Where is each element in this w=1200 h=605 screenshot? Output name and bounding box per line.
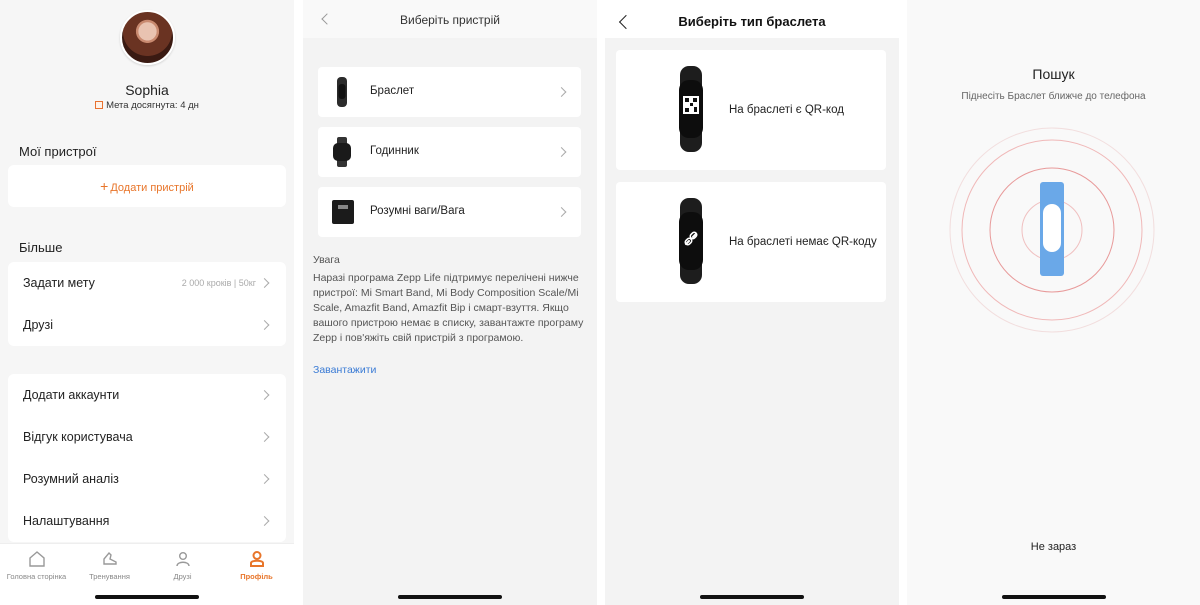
device-label: Браслет	[370, 85, 415, 97]
device-label: Годинник	[370, 145, 419, 157]
device-option-watch[interactable]: Годинник	[318, 127, 581, 177]
home-indicator	[398, 595, 502, 599]
download-link[interactable]: Завантажити	[313, 364, 376, 376]
settings-row[interactable]: Налаштування	[8, 500, 286, 542]
add-device-button[interactable]: + Додати пристрій	[8, 165, 286, 207]
option-label: На браслеті немає QR-коду	[729, 236, 877, 248]
chevron-right-icon	[259, 320, 270, 330]
tab-workouts[interactable]: Тренування	[73, 550, 146, 581]
plus-icon: +	[100, 178, 109, 194]
tab-home[interactable]: Головна сторінка	[0, 550, 73, 581]
row-label: Налаштування	[23, 514, 110, 528]
header: Виберіть пристрій	[303, 0, 597, 38]
my-devices-heading: Мої пристрої	[19, 144, 97, 159]
chevron-right-icon	[259, 278, 270, 288]
device-label: Розумні ваги/Вага	[370, 205, 465, 217]
profile-name: Sophia	[125, 82, 169, 98]
tab-friends[interactable]: Друзі	[146, 550, 219, 581]
row-label: Додати аккаунти	[23, 388, 120, 402]
friends-row[interactable]: Друзі	[8, 304, 286, 346]
chevron-right-icon	[259, 516, 270, 526]
row-label: Друзі	[23, 318, 54, 332]
row-label: Відгук користувача	[23, 430, 133, 444]
profile-screen: Sophia Мета досягнута: 4 дн Мої пристрої…	[0, 0, 294, 605]
home-indicator	[1001, 595, 1106, 599]
tab-label: Друзі	[173, 572, 192, 581]
chevron-right-icon	[556, 87, 567, 97]
search-subtitle: Піднесіть Браслет ближче до телефона	[961, 91, 1146, 102]
select-device-screen: Виберіть пристрій Браслет Годинник Розум…	[303, 0, 597, 605]
tab-label: Профіль	[240, 572, 273, 581]
search-title: Пошук	[1032, 66, 1075, 82]
smart-analysis-row[interactable]: Розумний аналіз	[8, 458, 286, 500]
goal-text: Мета досягнута: 4 дн	[106, 100, 199, 111]
add-accounts-row[interactable]: Додати аккаунти	[8, 374, 286, 416]
home-indicator	[700, 595, 804, 599]
header: Виберіть тип браслета	[605, 0, 899, 38]
tab-label: Тренування	[89, 572, 130, 581]
qr-band-image	[679, 66, 703, 152]
goal-icon	[95, 101, 104, 109]
band-icon	[337, 77, 347, 107]
attention-note: Увага Наразі програма Zepp Life підтриму…	[313, 253, 591, 346]
friends-icon	[175, 552, 190, 567]
add-device-label: Додати пристрій	[110, 182, 194, 194]
note-text: Наразі програма Zepp Life підтримує пере…	[313, 272, 584, 344]
page-title: Виберіть пристрій	[400, 13, 500, 27]
chevron-right-icon	[556, 207, 567, 217]
feedback-row[interactable]: Відгук користувача	[8, 416, 286, 458]
shoe-icon	[102, 551, 117, 565]
device-option-scale[interactable]: Розумні ваги/Вага	[318, 187, 581, 237]
band-option-qr[interactable]: На браслеті є QR-код	[616, 50, 886, 170]
search-radar	[949, 127, 1155, 333]
page-title: Виберіть тип браслета	[678, 14, 826, 29]
search-screen: Пошук Піднесіть Браслет ближче до телефо…	[907, 0, 1200, 605]
row-value: 2 000 кроків | 50кг	[181, 278, 256, 288]
watch-icon	[333, 137, 351, 167]
home-icon	[28, 551, 45, 567]
settings-group-1: Задати мету 2 000 кроків | 50кг Друзі	[8, 262, 286, 346]
chevron-right-icon	[259, 432, 270, 442]
chevron-right-icon	[259, 390, 270, 400]
more-heading: Більше	[19, 240, 63, 255]
not-now-button[interactable]: Не зараз	[907, 541, 1200, 553]
chevron-right-icon	[259, 474, 270, 484]
person-icon	[249, 551, 264, 567]
link-band-image	[679, 198, 703, 284]
row-label: Задати мету	[23, 276, 95, 290]
row-label: Розумний аналіз	[23, 472, 119, 486]
band-search-icon	[1040, 182, 1064, 276]
avatar[interactable]	[120, 10, 175, 65]
band-option-no-qr[interactable]: На браслеті немає QR-коду	[616, 182, 886, 302]
chevron-right-icon	[556, 147, 567, 157]
settings-group-2: Додати аккаунти Відгук користувача Розум…	[8, 374, 286, 542]
tab-profile[interactable]: Профіль	[220, 550, 293, 581]
set-goal-row[interactable]: Задати мету 2 000 кроків | 50кг	[8, 262, 286, 304]
note-title: Увага	[313, 254, 340, 266]
home-indicator	[95, 595, 199, 599]
band-type-screen: Виберіть тип браслета На браслеті є QR-к…	[605, 0, 899, 605]
device-option-band[interactable]: Браслет	[318, 67, 581, 117]
tab-label: Головна сторінка	[6, 572, 67, 581]
option-label: На браслеті є QR-код	[729, 104, 844, 116]
scale-icon	[332, 200, 354, 224]
goal-status: Мета досягнута: 4 дн	[0, 100, 294, 111]
